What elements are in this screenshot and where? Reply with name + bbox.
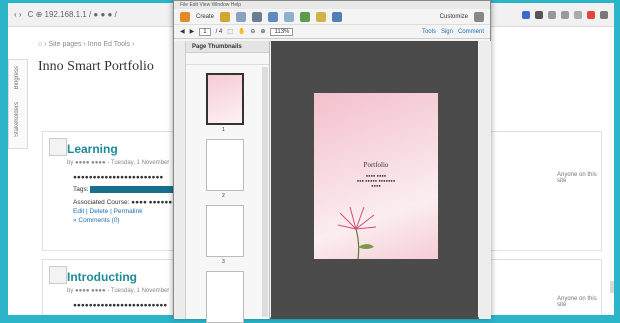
side-tab-stakeholders[interactable]: Stakeholders [14, 102, 20, 137]
tag-badge[interactable] [90, 186, 181, 193]
zoom-in-icon[interactable]: ⊕ [260, 28, 265, 35]
extension-icon[interactable] [522, 10, 530, 19]
pdf-viewer-window: File Edit View Window Help Create Custom… [173, 0, 491, 323]
page-thumbnail[interactable] [206, 271, 244, 323]
extension-icon[interactable] [561, 10, 569, 19]
zoom-input[interactable]: 113% [270, 27, 294, 36]
navigation-rail [174, 41, 186, 319]
nav-arrows-icon[interactable]: ‹ › [14, 10, 22, 19]
share-icon[interactable] [300, 11, 311, 22]
side-tab-bar: Bingress Stakeholders [8, 59, 28, 149]
document-scrollbar[interactable] [479, 41, 491, 319]
post-title[interactable]: Introducting [67, 270, 137, 284]
extension-icon[interactable] [574, 10, 582, 19]
panel-scrollbar[interactable] [262, 67, 268, 317]
post-tags: Tags: [73, 186, 181, 194]
print-icon[interactable] [252, 11, 263, 22]
post-meta: by ●●●● ●●●● - Tuesday, 1 November [67, 288, 170, 294]
thumbnail-number: 2 [222, 193, 225, 199]
create-icon [180, 11, 190, 22]
visibility-label: Anyone on this site [557, 172, 597, 184]
document-title: Portfolio [363, 161, 389, 169]
prev-page-icon[interactable]: ◀ [180, 28, 185, 35]
tools-button[interactable]: Tools [422, 29, 436, 35]
flower-illustration [337, 206, 377, 259]
tags-label: Tags: [73, 186, 89, 194]
extension-icons [522, 10, 608, 19]
pdf-navbar: ◀ ▶ 1 / 4 ⬚ ✋ ⊖ ⊕ 113% Tools Sign Commen… [174, 25, 490, 39]
associated-course[interactable]: Associated Course: ●●●● ●●●●●●● [73, 199, 176, 206]
customize-dropdown[interactable]: Customize [440, 14, 468, 20]
extension-icon[interactable] [535, 10, 543, 19]
pdf-toolbar: Create Customize [174, 9, 490, 25]
post-body: ●●●●●●●●●●●●●●●●●●●●●●● [73, 174, 164, 181]
panel-title: Page Thumbnails [186, 41, 269, 53]
post-body: ●●●●●●●●●●●●●●●●●●●●●●●● [73, 302, 168, 309]
breadcrumb[interactable]: ⌂ › Site pages › Inno Ed Tools › [38, 41, 134, 48]
expand-icon[interactable] [474, 11, 484, 22]
panel-toolbar [186, 53, 269, 65]
select-tool-icon[interactable]: ⬚ [227, 28, 233, 35]
page-total: / 4 [215, 28, 223, 35]
scroll-button[interactable] [610, 281, 614, 293]
post-thumbnail [49, 138, 67, 156]
page-thumbnail[interactable] [206, 73, 244, 125]
comment-button[interactable]: Comment [458, 29, 484, 35]
hand-tool-icon[interactable]: ✋ [238, 28, 245, 35]
thumbnail-number: 1 [222, 127, 225, 133]
comment-icon[interactable] [284, 11, 295, 22]
extension-icon[interactable] [548, 10, 556, 19]
open-icon[interactable] [220, 11, 231, 22]
sign-button[interactable]: Sign [441, 29, 453, 35]
post-meta: by ●●●● ●●●● - Tuesday, 1 November [67, 160, 170, 166]
thumbnail-number: 3 [222, 259, 225, 265]
create-button[interactable]: Create [196, 14, 214, 20]
thumbnails-panel: Page Thumbnails 1 2 3 [186, 41, 270, 323]
document-page: Portfolio ●●●● ●●●● ●●● ●●●●● ●●●●●●● ●●… [314, 93, 438, 259]
sign-icon[interactable] [332, 11, 343, 22]
menu-icon[interactable] [600, 10, 608, 19]
page-thumbnail[interactable] [206, 205, 244, 257]
pdf-menubar[interactable]: File Edit View Window Help [174, 1, 490, 9]
comments-link[interactable]: » Comments (0) [73, 217, 120, 224]
page-number-input[interactable]: 1 [199, 27, 211, 36]
document-canvas: Portfolio ●●●● ●●●● ●●● ●●●●● ●●●●●●● ●●… [271, 41, 478, 319]
email-icon[interactable] [268, 11, 279, 22]
page-thumbnail[interactable] [206, 139, 244, 191]
next-page-icon[interactable]: ▶ [190, 28, 195, 35]
highlight-icon[interactable] [316, 11, 327, 22]
document-line: ●●●● [371, 183, 381, 188]
extension-icon[interactable] [587, 10, 595, 19]
zoom-out-icon[interactable]: ⊖ [250, 28, 255, 35]
post-thumbnail [49, 266, 67, 284]
document-subtitle: ●●●● ●●●● ●●● ●●●●● ●●●●●●● ●●●● [314, 173, 438, 188]
save-icon[interactable] [236, 11, 247, 22]
side-tab-bingress[interactable]: Bingress [14, 66, 20, 89]
post-title[interactable]: Learning [67, 142, 118, 156]
visibility-label: Anyone on this site [557, 296, 597, 308]
page-title: Inno Smart Portfolio [38, 59, 154, 74]
post-actions[interactable]: Edit | Delete | Permalink [73, 208, 143, 215]
